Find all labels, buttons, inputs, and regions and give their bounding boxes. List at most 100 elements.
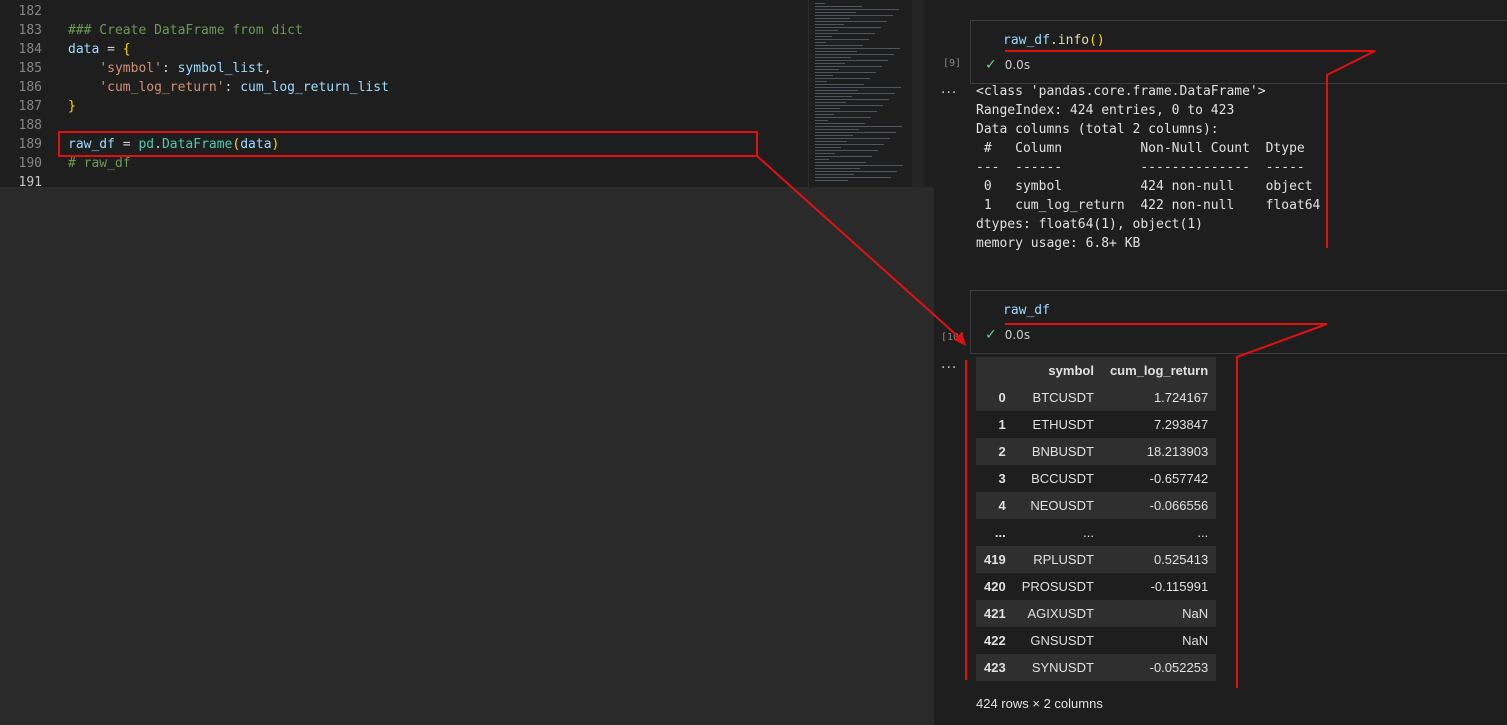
code-line[interactable]: 191 <box>0 173 808 192</box>
table-cell: PROSUSDT <box>1021 579 1094 594</box>
row-index: 1 <box>998 417 1006 432</box>
code-token: = <box>114 137 139 152</box>
line-number: 182 <box>18 4 42 19</box>
minimap-line <box>815 21 887 22</box>
minimap-line <box>815 144 884 145</box>
minimap-line <box>815 87 901 88</box>
code-token: data <box>68 42 100 57</box>
code-line[interactable]: 185 'symbol': symbol_list, <box>0 59 808 78</box>
table-cell: ETHUSDT <box>1032 417 1094 432</box>
table-cell: RPLUSDT <box>1033 552 1094 567</box>
minimap-line <box>815 45 863 46</box>
code-line[interactable]: 183 ### Create DataFrame from dict <box>0 21 808 40</box>
line-number: 187 <box>18 99 42 114</box>
code-token: = <box>99 42 123 57</box>
code-token: data <box>240 137 272 152</box>
table-cell: BCCUSDT <box>1031 471 1094 486</box>
code-token: , <box>263 61 272 76</box>
code-line[interactable]: 186 'cum_log_return': cum_log_return_lis… <box>0 78 808 97</box>
minimap-line <box>815 168 860 169</box>
table-row: 423 SYNUSDT -0.052253 <box>976 654 1217 681</box>
minimap-line <box>815 177 891 178</box>
code-line[interactable]: 188 <box>0 116 808 135</box>
code-line[interactable]: 187} <box>0 97 808 116</box>
table-cell: -0.052253 <box>1149 660 1209 675</box>
code-token: symbol_list <box>177 61 264 76</box>
row-index: 421 <box>984 606 1006 621</box>
table-cell: GNSUSDT <box>1030 633 1094 648</box>
minimap-line <box>815 24 844 25</box>
line-number: 191 <box>18 175 42 190</box>
minimap-line <box>815 30 838 31</box>
info-output: <class 'pandas.core.frame.DataFrame'> Ra… <box>976 84 1321 251</box>
code-text: raw_df = pd.DataFrame(data) <box>68 135 279 154</box>
row-index: 422 <box>984 633 1006 648</box>
dataframe-shape: 424 rows × 2 columns <box>976 696 1103 711</box>
minimap-line <box>815 156 872 157</box>
minimap-line <box>815 111 877 112</box>
row-index: ... <box>994 525 1006 540</box>
code-text: ### Create DataFrame from dict <box>68 21 303 40</box>
cell-source[interactable]: raw_df.info() <box>1003 33 1105 48</box>
minimap-line <box>815 84 864 85</box>
minimap[interactable] <box>808 0 913 187</box>
minimap-line <box>815 75 833 76</box>
cell-source[interactable]: raw_df <box>1003 303 1050 318</box>
table-row: 0 BTCUSDT 1.724167 <box>976 384 1217 411</box>
code-token: 'symbol' <box>99 61 162 76</box>
check-icon: ✓ <box>985 327 997 343</box>
code-text: # raw_df <box>68 154 131 173</box>
line-number: 185 <box>18 61 42 76</box>
check-icon: ✓ <box>985 57 997 73</box>
minimap-line <box>815 117 871 118</box>
code-line[interactable]: 190 # raw_df <box>0 154 808 173</box>
table-row: 1 ETHUSDT 7.293847 <box>976 411 1217 438</box>
code-text: data = { <box>68 40 131 59</box>
row-index: 419 <box>984 552 1006 567</box>
minimap-line <box>815 108 840 109</box>
line-number: 186 <box>18 80 42 95</box>
table-cell: 7.293847 <box>1153 417 1209 432</box>
minimap-line <box>815 105 883 106</box>
code-token: # raw_df <box>68 156 131 171</box>
row-index: 3 <box>998 471 1006 486</box>
code-token: DataFrame <box>161 137 233 152</box>
code-token: { <box>122 42 131 57</box>
editor-scrollbar[interactable] <box>912 0 924 187</box>
table-cell: SYNUSDT <box>1031 660 1094 675</box>
code-token: : <box>161 61 178 76</box>
minimap-line <box>815 63 845 64</box>
row-index: 4 <box>998 498 1006 513</box>
code-line[interactable]: 189 raw_df = pd.DataFrame(data) <box>0 135 808 154</box>
minimap-line <box>815 123 865 124</box>
table-row: 421 AGIXUSDT NaN <box>976 600 1217 627</box>
minimap-line <box>815 27 881 28</box>
column-header <box>976 357 1014 384</box>
table-row: 420 PROSUSDT -0.115991 <box>976 573 1217 600</box>
row-index: 2 <box>998 444 1006 459</box>
line-number: 189 <box>18 137 42 152</box>
minimap-line <box>815 180 848 181</box>
code-parens: () <box>1089 33 1105 48</box>
minimap-line <box>815 60 888 61</box>
code-token: . <box>154 137 162 152</box>
ellipsis-icon[interactable]: ... <box>941 81 957 97</box>
ellipsis-icon[interactable]: ... <box>941 356 957 372</box>
code-token: } <box>68 99 76 114</box>
code-editor[interactable]: 182 183 ### Create DataFrame from dict 184 d… <box>0 0 808 190</box>
line-number: 183 <box>18 23 42 38</box>
minimap-line <box>815 69 839 70</box>
minimap-line <box>815 120 828 121</box>
code-cell-info[interactable]: raw_df.info() ✓ 0.0s <box>970 20 1507 84</box>
code-token: ### Create DataFrame from dict <box>68 23 303 38</box>
minimap-line <box>815 54 894 55</box>
code-token: pd <box>138 137 155 152</box>
code-line[interactable]: 182 <box>0 2 808 21</box>
code-cell-rawdf[interactable]: raw_df ✓ 0.0s <box>970 290 1507 354</box>
table-cell: NaN <box>1182 606 1209 621</box>
code-line[interactable]: 184 data = { <box>0 40 808 59</box>
minimap-line <box>815 33 875 34</box>
code-method: .info <box>1049 33 1090 48</box>
